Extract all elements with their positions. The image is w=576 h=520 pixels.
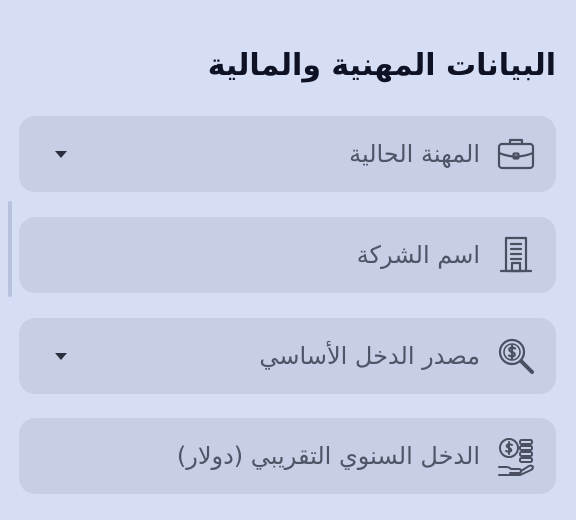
money-search-icon (498, 338, 534, 374)
chevron-down-icon (55, 353, 67, 360)
scrollbar[interactable] (8, 201, 12, 297)
annual-income-field[interactable]: الدخل السنوي التقريبي (دولار) (19, 418, 556, 494)
building-icon (499, 236, 533, 273)
section-title: البيانات المهنية والمالية (207, 48, 556, 83)
annual-income-label: الدخل السنوي التقريبي (دولار) (176, 442, 480, 470)
income-source-label: مصدر الدخل الأساسي (259, 342, 480, 370)
occupation-dropdown[interactable]: المهنة الحالية (19, 116, 556, 192)
chevron-down-icon (55, 151, 67, 158)
income-source-dropdown[interactable]: مصدر الدخل الأساسي (19, 318, 556, 394)
company-name-label: اسم الشركة (356, 241, 480, 269)
briefcase-icon (497, 138, 535, 170)
occupation-label: المهنة الحالية (349, 140, 480, 168)
money-hand-icon (498, 438, 534, 476)
company-name-field[interactable]: اسم الشركة (19, 217, 556, 293)
